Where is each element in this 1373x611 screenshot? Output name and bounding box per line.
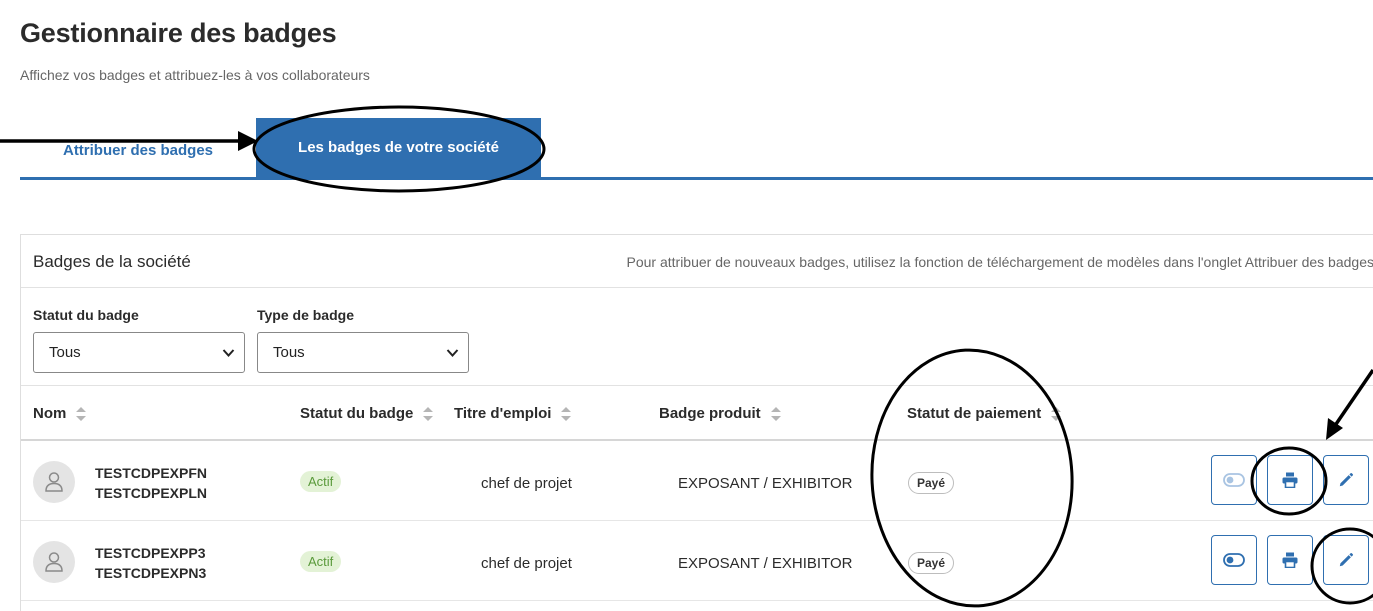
user-icon <box>45 552 63 572</box>
avatar <box>33 461 75 503</box>
filter-type-label: Type de badge <box>257 307 354 323</box>
last-name: TESTCDPEXPLN <box>95 485 208 501</box>
payment-status-badge: Payé <box>908 472 955 494</box>
edit-badge-button[interactable] <box>1323 455 1369 505</box>
product-badge-cell: EXPOSANT / EXHIBITOR <box>678 475 853 492</box>
toggle-badge-button[interactable] <box>1211 455 1257 505</box>
product-badge-cell: EXPOSANT / EXHIBITOR <box>678 555 853 572</box>
printer-icon <box>1282 552 1298 568</box>
avatar <box>33 541 75 583</box>
last-name: TESTCDPEXPN3 <box>95 565 207 581</box>
print-badge-button[interactable] <box>1267 455 1313 505</box>
card-hint: Pour attribuer de nouveaux badges, utili… <box>626 254 1373 270</box>
table-row: TESTCDPEXPFN TESTCDPEXPLN Actif chef de … <box>21 441 1373 521</box>
badge-status-value: Tous <box>49 344 81 361</box>
badge-holder-name: TESTCDPEXPFN TESTCDPEXPLN <box>95 463 207 503</box>
page-title: Gestionnaire des badges <box>20 18 337 48</box>
column-header-payment-status[interactable]: Statut de paiement <box>907 405 1062 422</box>
column-label: Statut de paiement <box>907 405 1042 422</box>
filter-badge-type: Type de badge Tous <box>257 307 469 373</box>
job-title-cell: chef de projet <box>481 555 572 572</box>
chevron-down-icon <box>222 349 235 357</box>
status-badge: Actif <box>300 471 342 492</box>
card-header: Badges de la société Pour attribuer de n… <box>21 235 1373 288</box>
sort-icon <box>1051 406 1062 421</box>
badge-type-value: Tous <box>273 344 305 361</box>
toggle-badge-button[interactable] <box>1211 535 1257 585</box>
job-title-cell: chef de projet <box>481 475 572 492</box>
pencil-icon <box>1339 472 1354 487</box>
column-label: Badge produit <box>659 405 761 422</box>
column-header-product-badge[interactable]: Badge produit <box>659 405 781 422</box>
column-header-job-title[interactable]: Titre d'emploi <box>454 405 572 422</box>
table-row: TESTCDPEXPP3 TESTCDPEXPN3 Actif chef de … <box>21 521 1373 601</box>
chevron-down-icon <box>446 349 459 357</box>
first-name: TESTCDPEXPFN <box>95 465 208 481</box>
column-label: Nom <box>33 405 67 422</box>
sort-icon <box>423 406 434 421</box>
column-label: Titre d'emploi <box>454 405 552 422</box>
toggle-icon <box>1223 553 1245 567</box>
company-badges-card: Badges de la société Pour attribuer de n… <box>20 234 1373 611</box>
sort-icon <box>76 406 87 421</box>
pencil-icon <box>1339 552 1354 567</box>
printer-icon <box>1282 472 1298 488</box>
toggle-icon <box>1223 473 1245 487</box>
tab-company-badges[interactable]: Les badges de votre société <box>256 118 541 177</box>
badge-status-select[interactable]: Tous <box>33 332 245 373</box>
column-label: Statut du badge <box>300 405 414 422</box>
column-header-name[interactable]: Nom <box>33 405 87 422</box>
filter-badge-status: Statut du badge Tous <box>33 307 245 373</box>
table-header: Nom Statut du badge Titre d'emploi Badge… <box>21 385 1373 441</box>
page-subtitle: Affichez vos badges et attribuez-les à v… <box>20 67 370 83</box>
tab-bar: Attribuer des badges Les badges de votre… <box>20 118 1373 180</box>
badge-holder-name: TESTCDPEXPP3 TESTCDPEXPN3 <box>95 543 206 583</box>
first-name: TESTCDPEXPP3 <box>95 545 206 561</box>
badge-type-select[interactable]: Tous <box>257 332 469 373</box>
sort-icon <box>561 406 572 421</box>
user-icon <box>45 472 63 492</box>
status-badge: Actif <box>300 551 342 572</box>
tab-assign-badges[interactable]: Attribuer des badges <box>20 118 256 177</box>
sort-icon <box>770 406 781 421</box>
payment-status-badge: Payé <box>908 552 955 574</box>
edit-badge-button[interactable] <box>1323 535 1369 585</box>
filter-status-label: Statut du badge <box>33 307 139 323</box>
print-badge-button[interactable] <box>1267 535 1313 585</box>
card-title: Badges de la société <box>33 252 191 271</box>
column-header-badge-status[interactable]: Statut du badge <box>300 405 434 422</box>
